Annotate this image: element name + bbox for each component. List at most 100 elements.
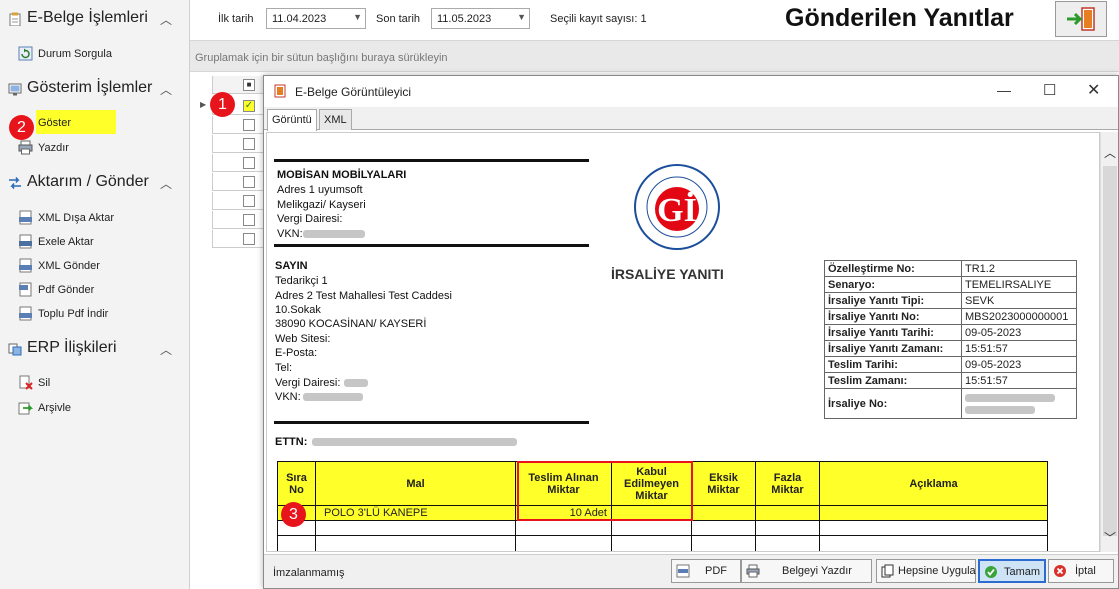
chevron-down-icon[interactable]: ﹀ xyxy=(1104,529,1116,546)
end-date-picker[interactable]: 11.05.2023 ▼ xyxy=(431,8,530,29)
sidebar-item-goster[interactable]: Göster xyxy=(18,110,178,134)
sidebar-item-sil[interactable]: Sil xyxy=(18,373,178,393)
row-checkbox[interactable] xyxy=(243,138,255,150)
info-value: 15:51:57 xyxy=(961,340,1077,357)
minimize-icon[interactable]: — xyxy=(997,82,1011,98)
cancel-button[interactable]: İptal xyxy=(1048,559,1114,583)
sidebar-item-label: XML Gönder xyxy=(38,260,100,272)
row-checkbox[interactable] xyxy=(243,214,255,226)
sidebar-item-xml-gonder[interactable]: XML Gönder xyxy=(18,256,178,276)
row-checkbox[interactable]: ✓ xyxy=(243,100,255,112)
info-value: TEMELIRSALIYE xyxy=(961,276,1077,293)
info-row: İrsaliye Yanıtı Tarihi: 09-05-2023 xyxy=(824,324,1077,341)
apply-all-button[interactable]: Hepsine Uygula xyxy=(876,559,976,583)
sidebar: E-Belge İşlemleri ︿ Durum Sorgula Göster… xyxy=(0,0,190,589)
tab-goruntu[interactable]: Görüntü xyxy=(267,109,317,131)
cancel-icon xyxy=(1054,565,1066,577)
divider xyxy=(274,421,589,424)
group-e-belge-islemleri[interactable]: E-Belge İşlemleri ︿ xyxy=(0,6,190,32)
page-title: Gönderilen Yanıtlar xyxy=(785,4,1014,32)
delete-icon xyxy=(19,375,33,390)
apply-all-icon xyxy=(881,564,894,578)
table-row[interactable] xyxy=(212,154,265,172)
divider xyxy=(274,244,589,247)
chevron-up-icon[interactable]: ︿ xyxy=(1104,144,1116,161)
receiver-email: E-Posta: xyxy=(275,347,318,359)
sidebar-item-yazdir[interactable]: Yazdır xyxy=(18,138,178,158)
sidebar-item-toplu-pdf-indir[interactable]: Toplu Pdf İndir xyxy=(18,304,178,324)
sidebar-item-xml-disa-aktar[interactable]: XML Dışa Aktar xyxy=(18,208,178,228)
table-row[interactable] xyxy=(212,116,265,134)
group-by-hint: Gruplamak için bir sütun başlığını buray… xyxy=(195,52,448,64)
chevron-up-icon[interactable]: ︿ xyxy=(160,81,172,98)
pdf-button[interactable]: PDF xyxy=(671,559,741,583)
group-aktarim-gonder[interactable]: Aktarım / Gönder ︿ xyxy=(0,170,190,196)
dialog-tabs: Görüntü XML xyxy=(264,107,1118,131)
sender-name: MOBİSAN MOBİLYALARI xyxy=(277,169,407,181)
chevron-down-icon[interactable]: ▼ xyxy=(517,12,526,22)
receiver-address-2: 10.Sokak xyxy=(275,304,321,316)
button-label: Tamam xyxy=(1004,566,1041,578)
col-fazla: Fazla Miktar xyxy=(755,461,820,506)
chevron-down-icon[interactable]: ▼ xyxy=(353,12,362,22)
sidebar-item-exele-aktar[interactable]: Exele Aktar xyxy=(18,232,178,252)
row-checkbox[interactable] xyxy=(243,195,255,207)
check-circle-icon xyxy=(985,566,997,578)
group-erp-iliskileri[interactable]: ERP İlişkileri ︿ xyxy=(0,336,190,362)
document-viewer[interactable]: MOBİSAN MOBİLYALARI Adres 1 uyumsoft Mel… xyxy=(266,132,1100,552)
receiver-address-1: Adres 2 Test Mahallesi Test Caddesi xyxy=(275,290,452,302)
table-row[interactable] xyxy=(212,230,265,248)
maximize-icon[interactable]: ☐ xyxy=(1043,81,1056,99)
table-row[interactable] xyxy=(212,135,265,153)
select-all-checkbox[interactable]: ■ xyxy=(243,79,255,91)
printer-icon xyxy=(18,140,33,155)
monitor-icon xyxy=(8,83,22,96)
row-checkbox[interactable] xyxy=(243,233,255,245)
sidebar-item-durum-sorgula[interactable]: Durum Sorgula xyxy=(18,44,178,64)
vertical-scrollbar[interactable]: ︿ ﹀ xyxy=(1100,132,1118,552)
info-row: İrsaliye No: xyxy=(824,388,1077,419)
sidebar-item-label: Durum Sorgula xyxy=(38,48,112,60)
table-row[interactable] xyxy=(212,192,265,210)
group-gosterim-islemler[interactable]: Gösterim İşlemler ︿ xyxy=(0,76,190,102)
sidebar-item-arsivle[interactable]: Arşivle xyxy=(18,398,178,418)
table-row[interactable] xyxy=(212,211,265,229)
step-marker-3: 3 xyxy=(281,502,306,527)
close-icon[interactable]: ✕ xyxy=(1087,80,1100,100)
row-indicator-icon: ▶ xyxy=(200,100,207,109)
receiver-name: Tedarikçi 1 xyxy=(275,275,328,287)
receiver-vkn-label: VKN: xyxy=(275,391,301,403)
table-row[interactable] xyxy=(212,173,265,191)
row-checkbox[interactable] xyxy=(243,157,255,169)
print-document-button[interactable]: Belgeyi Yazdır xyxy=(741,559,872,583)
group-by-bar[interactable]: Gruplamak için bir sütun başlığını buray… xyxy=(190,40,1119,72)
sender-tax-office: Vergi Dairesi: xyxy=(277,213,343,225)
start-date-picker[interactable]: 11.04.2023 ▼ xyxy=(266,8,366,29)
sidebar-item-label: Yazdır xyxy=(38,142,69,154)
chevron-up-icon[interactable]: ︿ xyxy=(160,341,172,358)
chevron-up-icon[interactable]: ︿ xyxy=(160,175,172,192)
sidebar-item-label: Pdf Gönder xyxy=(38,284,95,296)
receiver-vkn-redacted xyxy=(303,391,363,403)
scroll-thumb[interactable] xyxy=(1103,166,1117,536)
info-key: İrsaliye Yanıtı No: xyxy=(824,308,962,325)
irsaliye-no-redacted xyxy=(965,393,1055,402)
exit-button[interactable] xyxy=(1055,1,1107,37)
document-icon xyxy=(274,84,286,98)
erp-icon xyxy=(8,343,22,356)
sidebar-item-label: Exele Aktar xyxy=(38,236,94,248)
ettn-label: ETTN: xyxy=(275,436,308,448)
signature-status: İmzalanmamış xyxy=(273,567,345,579)
row-checkbox[interactable] xyxy=(243,119,255,131)
sidebar-item-label: Göster xyxy=(38,117,72,129)
ok-button[interactable]: Tamam xyxy=(978,559,1046,583)
sidebar-item-pdf-gonder[interactable]: Pdf Gönder xyxy=(18,280,178,300)
chevron-up-icon[interactable]: ︿ xyxy=(160,11,172,28)
dialog-titlebar[interactable]: E-Belge Görüntüleyici — ☐ ✕ xyxy=(264,76,1118,107)
row-checkbox[interactable] xyxy=(243,176,255,188)
tab-xml[interactable]: XML xyxy=(319,109,352,130)
info-key: Teslim Zamanı: xyxy=(824,372,962,389)
info-value: 09-05-2023 xyxy=(961,356,1077,373)
table-row xyxy=(277,520,1048,536)
col-aciklama: Açıklama xyxy=(819,461,1048,506)
